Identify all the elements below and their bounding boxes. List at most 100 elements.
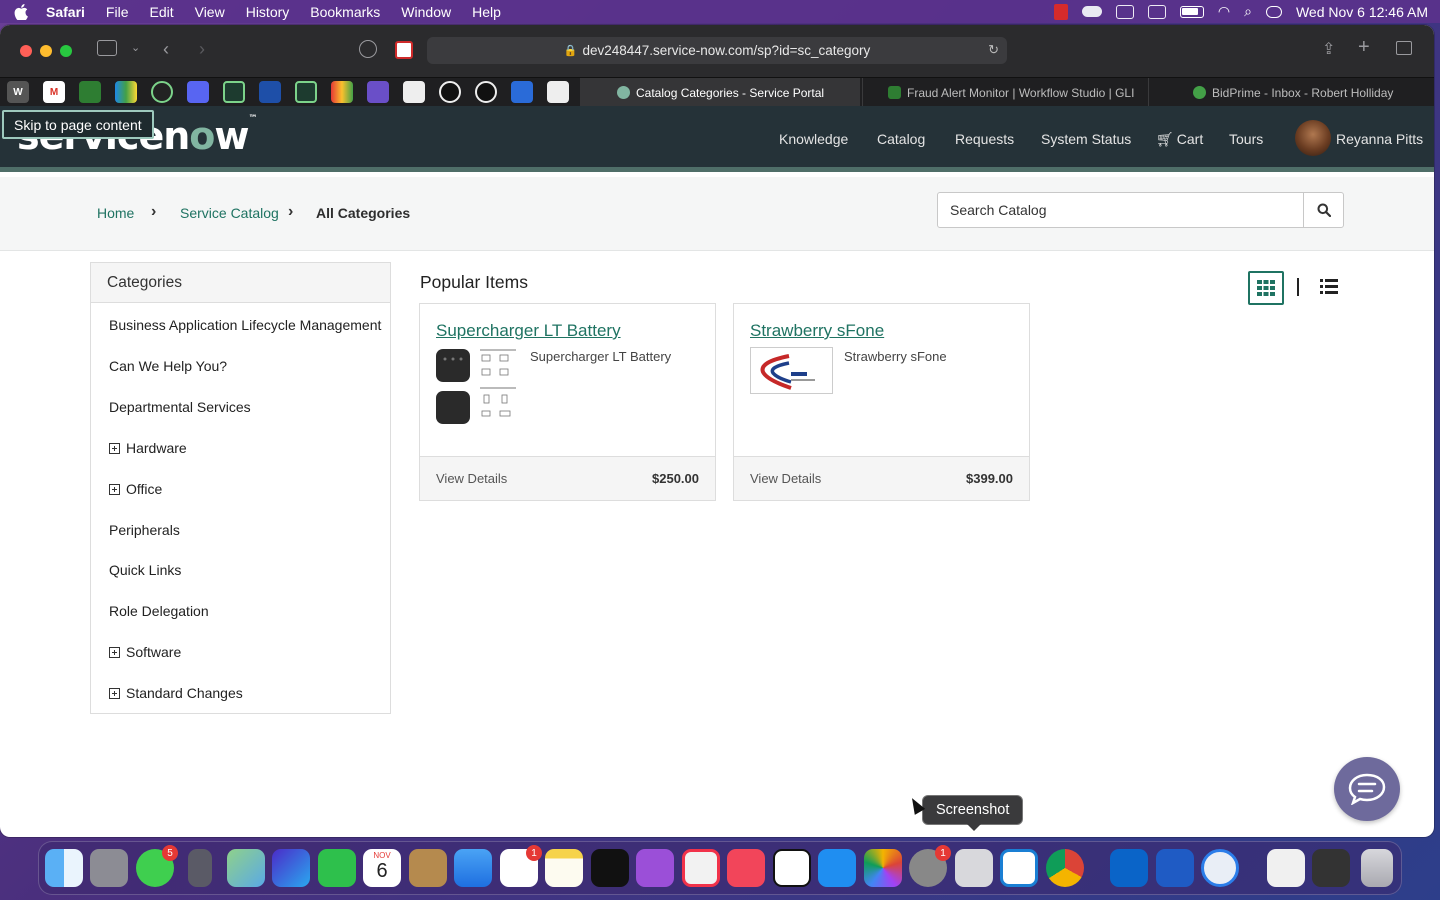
outlook-icon[interactable]	[1110, 849, 1148, 887]
word-icon[interactable]	[1156, 849, 1194, 887]
wifi-icon[interactable]: ◠	[1218, 3, 1230, 20]
category-item[interactable]: Can We Help You?	[109, 358, 227, 374]
minimize-window-button[interactable]	[40, 45, 52, 57]
prism-icon[interactable]	[272, 849, 310, 887]
finder-icon[interactable]	[45, 849, 83, 887]
view-details-link[interactable]: View Details	[750, 471, 821, 486]
close-window-button[interactable]	[20, 45, 32, 57]
rocket-icon[interactable]	[188, 849, 212, 887]
calendar-icon[interactable]: NOV 6	[363, 849, 401, 887]
menu-history[interactable]: History	[246, 4, 290, 20]
pinned-tab-4[interactable]	[115, 81, 137, 103]
pinned-tab-docs[interactable]	[511, 81, 533, 103]
item-title-link[interactable]: Strawberry sFone	[750, 321, 884, 341]
mcafee-icon[interactable]	[1053, 3, 1068, 20]
tab-overview-icon[interactable]	[1396, 41, 1412, 55]
pinned-tab-gmail[interactable]: M	[43, 81, 65, 103]
category-item[interactable]: Software	[109, 644, 181, 660]
skip-to-content-link[interactable]: Skip to page content	[2, 110, 154, 139]
pinned-tab-discord[interactable]	[187, 81, 209, 103]
list-view-button[interactable]	[1320, 279, 1338, 299]
grid-view-button[interactable]	[1248, 271, 1284, 305]
pinned-tab-w[interactable]: W	[7, 81, 29, 103]
pinned-tab-github-2[interactable]	[475, 81, 497, 103]
address-bar[interactable]: 🔒 dev248447.service-now.com/sp?id=sc_cat…	[427, 37, 1007, 64]
screen-recording-icon[interactable]	[1312, 849, 1350, 887]
pinned-tab-8[interactable]	[259, 81, 281, 103]
expand-icon[interactable]	[109, 442, 120, 454]
menu-clock[interactable]: Wed Nov 6 12:46 AM	[1296, 4, 1428, 20]
music-icon[interactable]	[727, 849, 765, 887]
reload-icon[interactable]: ↻	[988, 42, 999, 58]
category-item[interactable]: Hardware	[109, 440, 187, 456]
menu-window[interactable]: Window	[401, 4, 451, 20]
pinned-tab-12[interactable]	[403, 81, 425, 103]
nav-knowledge[interactable]: Knowledge	[779, 106, 848, 172]
cloud-icon[interactable]	[1081, 6, 1102, 17]
chat-support-button[interactable]	[1334, 757, 1400, 821]
chevron-down-icon[interactable]: ⌄	[131, 41, 140, 54]
category-item[interactable]: Business Application Lifecycle Managemen…	[109, 317, 381, 333]
trash-icon[interactable]	[1361, 849, 1393, 887]
pinned-tab-10[interactable]	[331, 81, 353, 103]
user-menu[interactable]: Reyanna Pitts	[1336, 106, 1423, 172]
category-item[interactable]: Peripherals	[109, 522, 180, 538]
nav-system-status[interactable]: System Status	[1041, 106, 1131, 172]
nav-catalog[interactable]: Catalog	[877, 106, 925, 172]
extension-icon[interactable]	[395, 41, 413, 59]
category-item[interactable]: Office	[109, 481, 162, 497]
breadcrumb-home[interactable]: Home	[97, 205, 134, 221]
pinned-tab-7[interactable]	[223, 81, 245, 103]
breadcrumb-service-catalog[interactable]: Service Catalog	[180, 205, 279, 221]
spotlight-icon[interactable]: ⌕	[1244, 3, 1252, 20]
battery-icon[interactable]	[1179, 5, 1204, 18]
control-center-icon[interactable]	[1265, 5, 1282, 18]
xlsx-document-icon[interactable]	[1267, 849, 1305, 887]
category-item[interactable]: Role Delegation	[109, 603, 209, 619]
pinned-tab-11[interactable]	[367, 81, 389, 103]
sidebar-toggle-icon[interactable]	[97, 40, 117, 56]
search-input[interactable]	[938, 193, 1304, 227]
screenshot-icon[interactable]	[955, 849, 993, 887]
tab-bidprime-inbox[interactable]: BidPrime - Inbox - Robert Holliday	[1148, 78, 1434, 107]
notion-icon[interactable]	[773, 849, 811, 887]
menu-help[interactable]: Help	[472, 4, 501, 20]
avatar[interactable]	[1295, 120, 1331, 156]
app-store-icon[interactable]	[818, 849, 856, 887]
notes-icon[interactable]	[545, 849, 583, 887]
menu-file[interactable]: File	[106, 4, 129, 20]
menu-bookmarks[interactable]: Bookmarks	[310, 4, 380, 20]
pinned-tab-3[interactable]	[79, 81, 101, 103]
tab-catalog-categories[interactable]: Catalog Categories - Service Portal	[580, 78, 860, 107]
item-title-link[interactable]: Supercharger LT Battery	[436, 321, 621, 341]
vscode-icon[interactable]	[1000, 849, 1038, 887]
menu-app-name[interactable]: Safari	[46, 4, 85, 20]
expand-icon[interactable]	[109, 687, 120, 699]
facetime-icon[interactable]	[318, 849, 356, 887]
menu-edit[interactable]: Edit	[149, 4, 173, 20]
category-item[interactable]: Quick Links	[109, 562, 181, 578]
mail-icon[interactable]	[454, 849, 492, 887]
view-details-link[interactable]: View Details	[436, 471, 507, 486]
photos-icon[interactable]	[864, 849, 902, 887]
news-icon[interactable]	[682, 849, 720, 887]
nav-cart-button[interactable]: 🛒︎ Cart	[1156, 106, 1203, 172]
menu-view[interactable]: View	[195, 4, 225, 20]
pinned-tab-16[interactable]	[547, 81, 569, 103]
launchpad-icon[interactable]	[90, 849, 128, 887]
forward-arrow-icon[interactable]: ›	[199, 39, 205, 60]
screen-mirroring-icon[interactable]	[1147, 4, 1166, 19]
contacts-icon[interactable]	[409, 849, 447, 887]
pinned-tab-github[interactable]	[439, 81, 461, 103]
category-item[interactable]: Standard Changes	[109, 685, 243, 701]
downloads-icon[interactable]	[359, 40, 377, 58]
chrome-icon[interactable]	[1046, 849, 1084, 887]
outlook-status-icon[interactable]	[1115, 4, 1134, 19]
search-button[interactable]	[1303, 193, 1343, 227]
podcasts-icon[interactable]	[636, 849, 674, 887]
back-arrow-icon[interactable]: ‹	[163, 39, 169, 60]
safari-icon[interactable]	[1201, 849, 1239, 887]
apple-tv-icon[interactable]	[591, 849, 629, 887]
nav-requests[interactable]: Requests	[955, 106, 1014, 172]
tab-fraud-alert-monitor[interactable]: Fraud Alert Monitor | Workflow Studio | …	[862, 78, 1146, 107]
